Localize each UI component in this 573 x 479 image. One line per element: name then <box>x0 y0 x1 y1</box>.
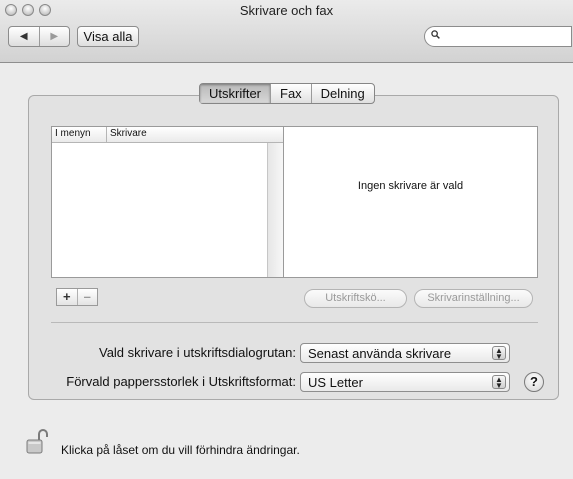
column-divider <box>106 127 107 142</box>
printer-detail-pane: Ingen skrivare är vald <box>284 126 538 278</box>
lock-hint-text: Klicka på låset om du vill förhindra änd… <box>61 443 300 457</box>
window-title: Skrivare och fax <box>239 3 334 18</box>
help-button[interactable]: ? <box>524 372 544 392</box>
no-printer-selected-message: Ingen skrivare är vald <box>357 180 464 192</box>
triangle-right-icon: ▶ <box>50 31 59 42</box>
tab-fax[interactable]: Fax <box>270 84 311 103</box>
print-queue-button[interactable]: Utskriftskö... <box>304 289 407 308</box>
selected-printer-popup[interactable]: Senast använda skrivare ▲ ▼ <box>300 343 510 363</box>
popup-arrows-icon: ▲ ▼ <box>492 375 506 390</box>
search-input[interactable] <box>445 29 569 46</box>
separator <box>51 322 538 323</box>
paper-size-value: US Letter <box>308 375 363 390</box>
add-remove-control: + – <box>56 288 98 306</box>
triangle-left-icon: ◀ <box>19 31 28 42</box>
search-field[interactable] <box>424 26 572 47</box>
back-button[interactable]: ◀ <box>9 27 39 46</box>
forward-button[interactable]: ▶ <box>38 27 70 46</box>
printer-list-header: I menyn Skrivare <box>52 127 283 143</box>
toolbar: Skrivare och fax ◀ ▶ Visa alla <box>0 0 573 63</box>
column-header-in-menu[interactable]: I menyn <box>55 128 91 139</box>
show-all-button[interactable]: Visa alla <box>77 26 139 47</box>
selected-printer-value: Senast använda skrivare <box>308 346 452 361</box>
paper-size-label: Förvald pappersstorlek i Utskriftsformat… <box>66 374 296 389</box>
tab-delning[interactable]: Delning <box>310 84 374 103</box>
navigation-buttons: ◀ ▶ <box>8 26 70 47</box>
search-icon <box>431 30 440 39</box>
paper-size-popup[interactable]: US Letter ▲ ▼ <box>300 372 510 392</box>
remove-printer-button[interactable]: – <box>76 289 98 305</box>
vertical-scrollbar[interactable] <box>267 143 283 277</box>
printer-settings-button[interactable]: Skrivarinställning... <box>414 289 533 308</box>
tab-bar: Utskrifter Fax Delning <box>199 83 375 104</box>
printer-list[interactable]: I menyn Skrivare <box>51 126 284 278</box>
add-printer-button[interactable]: + <box>57 289 77 305</box>
preferences-window: Skrivare och fax ◀ ▶ Visa alla Utskrifte… <box>0 0 573 479</box>
unlocked-padlock-icon[interactable] <box>26 428 48 456</box>
selected-printer-label: Vald skrivare i utskriftsdialogrutan: <box>98 345 296 360</box>
popup-arrows-icon: ▲ ▼ <box>492 346 506 361</box>
tab-utskrifter[interactable]: Utskrifter <box>200 84 270 103</box>
column-header-printer[interactable]: Skrivare <box>110 128 147 139</box>
